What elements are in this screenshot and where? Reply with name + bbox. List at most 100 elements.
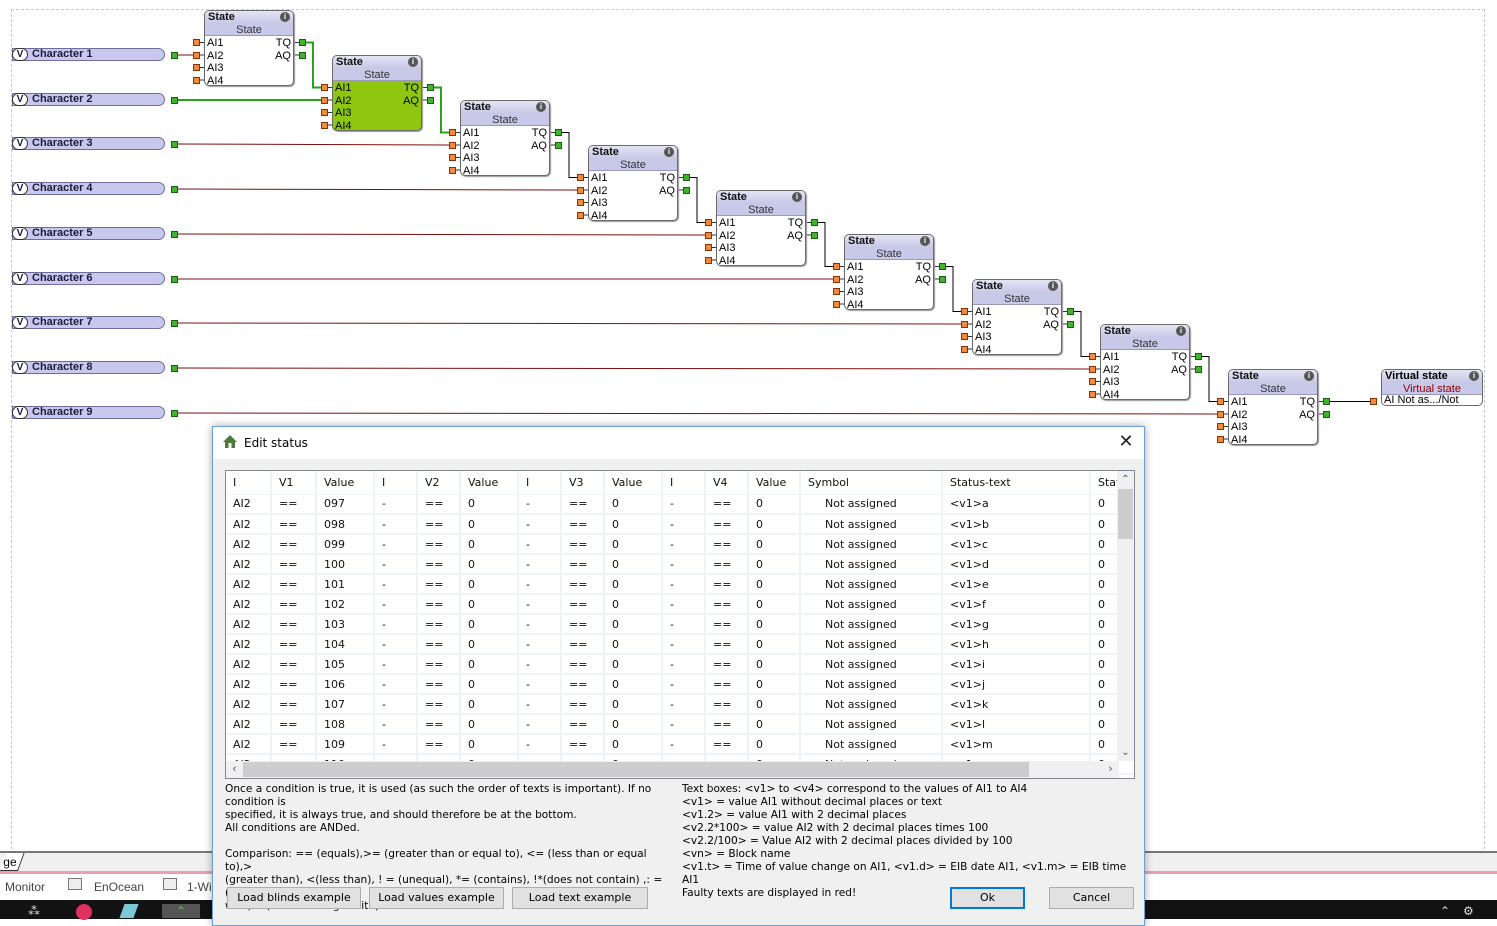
table-cell[interactable]: ==: [705, 734, 749, 755]
column-header[interactable]: V3: [561, 471, 605, 495]
table-cell[interactable]: 0: [748, 614, 801, 635]
state-block-6[interactable]: State i State AI1 AI2 AI3 AI4 TQ AQ: [844, 234, 934, 310]
input-pin[interactable]: [705, 256, 712, 264]
table-cell[interactable]: -: [662, 734, 706, 755]
table-cell[interactable]: 107: [316, 694, 375, 715]
input-pin[interactable]: [1370, 398, 1377, 405]
table-cell[interactable]: -: [662, 534, 706, 555]
input-pin[interactable]: [1089, 390, 1096, 398]
table-row[interactable]: AI2 == 100- == 0- == 0- == 0 Not assigned <v1>d 0: [226, 554, 1134, 575]
table-cell[interactable]: -: [374, 674, 418, 695]
network-icon[interactable]: ⚙: [1463, 904, 1477, 918]
column-header[interactable]: I: [662, 471, 706, 495]
output-pin[interactable]: [299, 51, 306, 59]
tab-monitor[interactable]: Monitor: [5, 880, 45, 894]
output-pin[interactable]: [427, 84, 434, 91]
character-input-1[interactable]: V Character 1: [12, 48, 165, 61]
input-pin[interactable]: [705, 244, 712, 251]
output-pin[interactable]: [171, 276, 178, 283]
output-pin[interactable]: [811, 231, 818, 239]
column-header[interactable]: I: [518, 471, 562, 495]
table-cell[interactable]: 104: [316, 634, 375, 655]
column-header[interactable]: Status-text: [942, 471, 1091, 495]
table-cell[interactable]: 0: [460, 634, 519, 655]
table-cell[interactable]: 099: [316, 534, 375, 555]
status-table[interactable]: I V1 Value I V2 Value I V3 Value I V4 Value Symbol St…: [225, 470, 1135, 779]
info-icon[interactable]: i: [1048, 281, 1058, 291]
character-input-6[interactable]: V Character 6: [12, 272, 165, 285]
table-cell[interactable]: 0: [460, 494, 519, 515]
table-cell[interactable]: ==: [271, 734, 317, 755]
input-pin[interactable]: [705, 219, 712, 226]
character-input-9[interactable]: V Character 9: [12, 406, 165, 419]
input-pin[interactable]: [1217, 435, 1224, 443]
table-cell[interactable]: -: [518, 714, 562, 735]
table-cell[interactable]: ==: [417, 514, 461, 535]
tab-enocean[interactable]: EnOcean: [94, 880, 144, 894]
table-cell[interactable]: 0: [748, 634, 801, 655]
table-cell[interactable]: 0: [604, 634, 663, 655]
table-cell[interactable]: ==: [561, 674, 605, 695]
scroll-right-icon[interactable]: ›: [1102, 761, 1119, 778]
table-cell[interactable]: <v1>i: [942, 654, 1091, 675]
output-pin[interactable]: [171, 52, 178, 59]
table-row[interactable]: AI2 == 109- == 0- == 0- == 0 Not assigned <v1>m 0: [226, 734, 1134, 755]
info-icon[interactable]: i: [1304, 371, 1314, 381]
output-pin[interactable]: [939, 275, 946, 283]
table-cell[interactable]: AI2: [226, 674, 272, 695]
table-cell[interactable]: Not assigned: [800, 574, 943, 595]
table-cell[interactable]: -: [518, 534, 562, 555]
input-pin[interactable]: [193, 76, 200, 84]
input-pin[interactable]: [449, 154, 456, 161]
table-cell[interactable]: -: [374, 614, 418, 635]
column-header[interactable]: Value: [460, 471, 519, 495]
table-cell[interactable]: ==: [271, 554, 317, 575]
output-pin[interactable]: [299, 39, 306, 46]
character-input-2[interactable]: V Character 2: [12, 93, 165, 106]
output-pin[interactable]: [171, 186, 178, 193]
table-cell[interactable]: 0: [604, 514, 663, 535]
tab-1wire[interactable]: 1-Wi: [187, 880, 212, 894]
table-cell[interactable]: ==: [705, 694, 749, 715]
table-cell[interactable]: Not assigned: [800, 694, 943, 715]
table-cell[interactable]: 0: [604, 674, 663, 695]
table-cell[interactable]: 0: [604, 714, 663, 735]
table-row[interactable]: AI2 == 107- == 0- == 0- == 0 Not assigned <v1>k 0: [226, 694, 1134, 715]
table-cell[interactable]: 0: [604, 534, 663, 555]
input-pin[interactable]: [321, 96, 328, 104]
page-tab[interactable]: ge: [0, 853, 25, 871]
table-cell[interactable]: ==: [561, 634, 605, 655]
table-cell[interactable]: AI2: [226, 534, 272, 555]
table-cell[interactable]: -: [662, 594, 706, 615]
table-cell[interactable]: Not assigned: [800, 654, 943, 675]
table-cell[interactable]: ==: [417, 494, 461, 515]
close-button[interactable]: ✕: [1116, 432, 1136, 452]
input-pin[interactable]: [449, 166, 456, 174]
horizontal-scrollbar[interactable]: ‹ ›: [226, 761, 1119, 778]
table-cell[interactable]: -: [374, 514, 418, 535]
column-header[interactable]: Value: [748, 471, 801, 495]
input-pin[interactable]: [1217, 423, 1224, 430]
table-cell[interactable]: 0: [460, 674, 519, 695]
column-header[interactable]: I: [226, 471, 272, 495]
info-icon[interactable]: i: [280, 12, 290, 22]
input-pin[interactable]: [961, 333, 968, 340]
output-pin[interactable]: [171, 231, 178, 238]
output-pin[interactable]: [1067, 320, 1074, 328]
table-cell[interactable]: -: [662, 514, 706, 535]
table-cell[interactable]: 105: [316, 654, 375, 675]
table-row[interactable]: AI2 == 102- == 0- == 0- == 0 Not assigned <v1>f 0: [226, 594, 1134, 615]
table-cell[interactable]: -: [518, 654, 562, 675]
table-cell[interactable]: 098: [316, 514, 375, 535]
input-pin[interactable]: [193, 64, 200, 71]
table-cell[interactable]: Not assigned: [800, 674, 943, 695]
output-pin[interactable]: [1067, 308, 1074, 315]
output-pin[interactable]: [939, 263, 946, 270]
table-cell[interactable]: 106: [316, 674, 375, 695]
table-cell[interactable]: ==: [705, 634, 749, 655]
table-cell[interactable]: 0: [748, 674, 801, 695]
table-cell[interactable]: 0: [460, 654, 519, 675]
output-pin[interactable]: [555, 129, 562, 136]
character-input-4[interactable]: V Character 4: [12, 182, 165, 195]
character-input-8[interactable]: V Character 8: [12, 361, 165, 374]
